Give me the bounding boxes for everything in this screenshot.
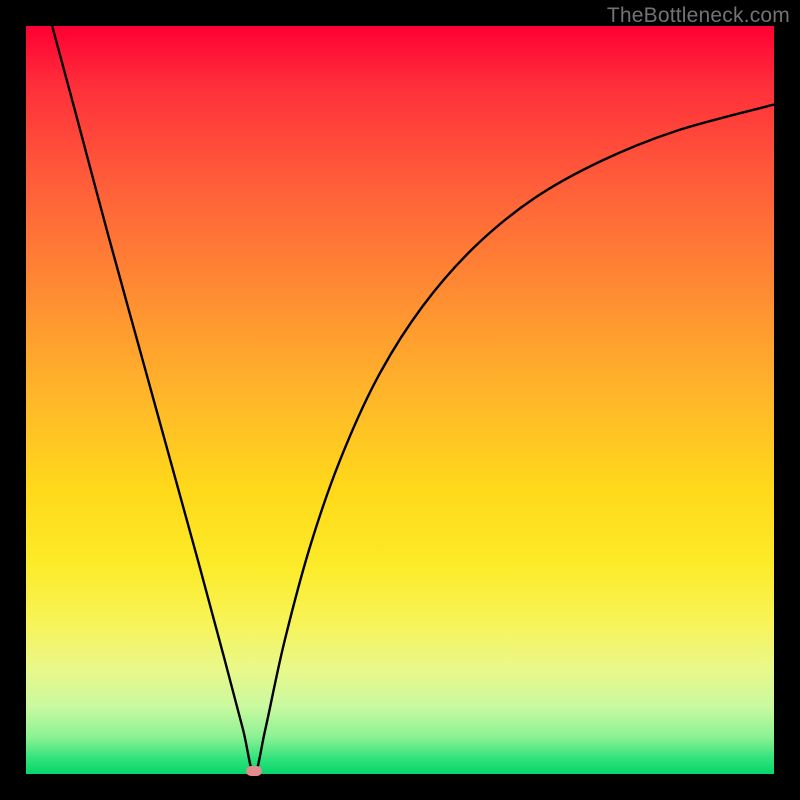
watermark-text: TheBottleneck.com (607, 4, 790, 28)
optimal-point-marker (246, 766, 262, 776)
plot-area (26, 26, 774, 774)
bottleneck-curve (26, 26, 774, 774)
chart-frame: TheBottleneck.com (0, 0, 800, 800)
